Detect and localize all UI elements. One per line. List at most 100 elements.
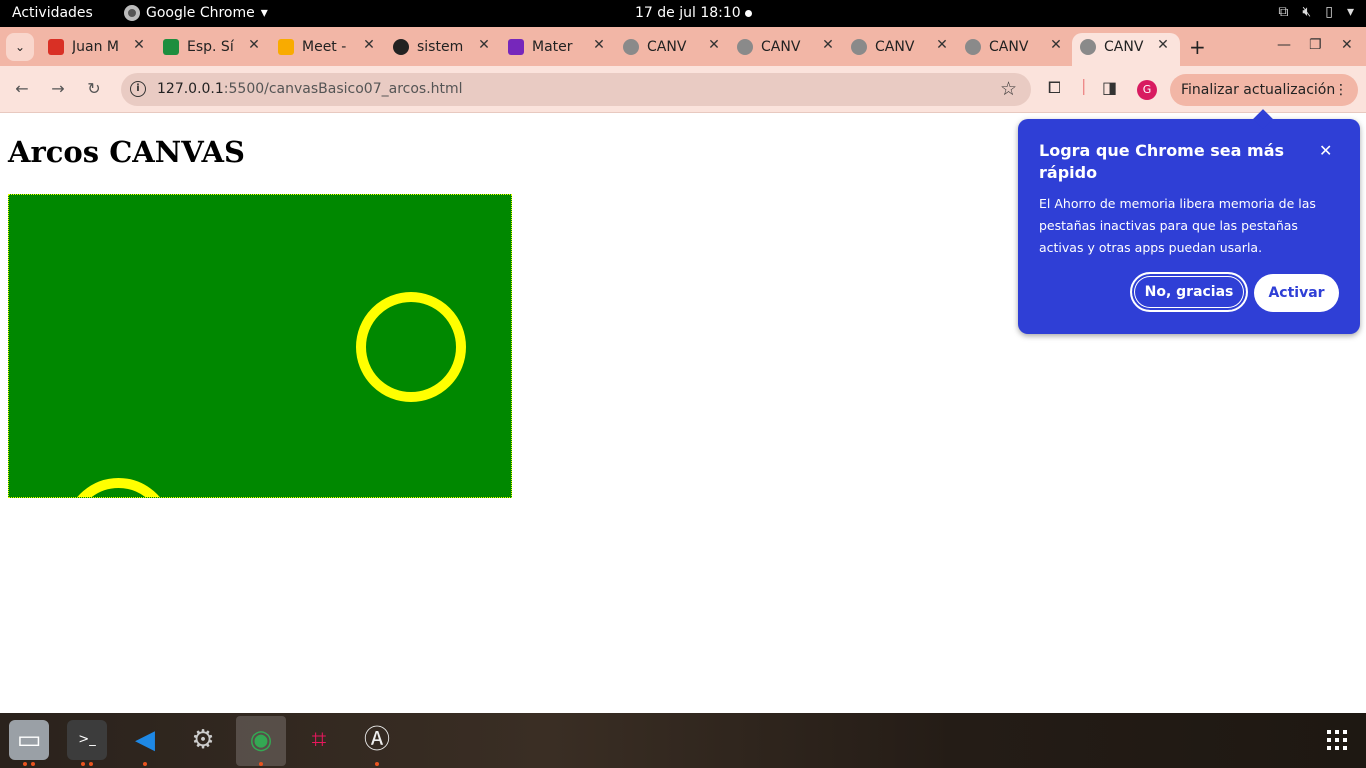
running-indicator <box>23 762 27 766</box>
tab[interactable]: sistem ✕ <box>393 35 493 59</box>
show-apps-icon[interactable] <box>1326 729 1348 751</box>
page-title: Arcos CANVAS <box>8 135 245 169</box>
popup-title: Logra que Chrome sea más rápido <box>1039 141 1285 182</box>
volume-icon: 🔇︎ <box>1302 4 1312 20</box>
settings-icon[interactable]: ⚙ <box>183 720 223 760</box>
tab-search-button[interactable]: ⌄ <box>6 33 34 61</box>
side-panel-icon[interactable]: ◨ <box>1102 78 1117 97</box>
tab-active[interactable]: CANV ✕ <box>1080 35 1172 59</box>
url-path: :5500/canvasBasico07_arcos.html <box>223 81 463 97</box>
tab-title: CANV <box>875 39 915 55</box>
chrome-icon <box>124 5 140 21</box>
close-tab-icon[interactable]: ✕ <box>933 37 951 53</box>
browser-toolbar: ← → ↻ i 127.0.0.1:5500/canvasBasico07_ar… <box>0 66 1366 113</box>
running-indicator <box>375 762 379 766</box>
tab-title: CANV <box>761 39 801 55</box>
close-tab-icon[interactable]: ✕ <box>475 37 493 53</box>
minimize-icon[interactable]: — <box>1277 37 1291 53</box>
meet-icon <box>278 39 294 55</box>
popup-body: El Ahorro de memoria libera memoria de l… <box>1039 196 1316 255</box>
new-tab-button[interactable]: + <box>1189 35 1206 59</box>
tab-title: Mater <box>532 39 573 55</box>
profile-avatar[interactable]: G <box>1137 80 1157 100</box>
files-icon[interactable]: ▭ <box>9 720 49 766</box>
close-window-icon[interactable]: ✕ <box>1341 37 1353 53</box>
globe-icon <box>737 39 753 55</box>
running-indicator <box>81 762 85 766</box>
github-icon <box>393 39 409 55</box>
globe-icon <box>1080 39 1096 55</box>
close-tab-icon[interactable]: ✕ <box>1154 37 1172 53</box>
classroom-icon <box>163 39 179 55</box>
close-tab-icon[interactable]: ✕ <box>705 37 723 53</box>
activities-button[interactable]: Actividades <box>12 5 93 21</box>
gmail-icon <box>48 39 64 55</box>
tab-title: Esp. Sí <box>187 39 234 55</box>
globe-icon <box>965 39 981 55</box>
battery-icon: ▯ <box>1325 4 1333 20</box>
toolbar-divider: | <box>1081 76 1087 95</box>
canvas <box>8 194 512 594</box>
system-top-bar: Actividades Google Chrome ▾ 17 de jul 18… <box>0 0 1366 27</box>
clock[interactable]: 17 de jul 18:10 <box>635 5 741 21</box>
tab-title: Juan M <box>72 39 119 55</box>
chrome-icon[interactable]: ◉ <box>241 720 281 766</box>
screenshot-icon[interactable]: ⌗ <box>299 720 339 760</box>
close-tab-icon[interactable]: ✕ <box>590 37 608 53</box>
tab[interactable]: Meet - ✕ <box>278 35 378 59</box>
vscode-icon[interactable]: ◀ <box>125 720 165 766</box>
close-tab-icon[interactable]: ✕ <box>819 37 837 53</box>
forward-button[interactable]: → <box>46 77 70 101</box>
close-icon[interactable]: ✕ <box>1319 141 1332 160</box>
tab[interactable]: Mater ✕ <box>508 35 608 59</box>
running-indicator <box>31 762 35 766</box>
tab-title: Meet - <box>302 39 347 55</box>
system-tray[interactable]: ⧉ 🔇︎ ▯ ▾ <box>1278 4 1354 20</box>
accept-button[interactable]: Activar <box>1254 274 1339 312</box>
globe-icon <box>623 39 639 55</box>
running-indicator <box>259 762 263 766</box>
tab-title: sistem <box>417 39 464 55</box>
tab-title: CANV <box>647 39 687 55</box>
network-icon: ⧉ <box>1278 4 1289 20</box>
globe-icon <box>851 39 867 55</box>
address-bar[interactable]: i 127.0.0.1:5500/canvasBasico07_arcos.ht… <box>121 73 1031 106</box>
notification-dot-icon <box>745 10 752 17</box>
arc-full-circle <box>356 292 466 402</box>
caret-down-icon: ▾ <box>260 5 268 21</box>
running-indicator <box>143 762 147 766</box>
forms-icon <box>508 39 524 55</box>
software-updater-icon[interactable]: Ⓐ <box>357 720 397 766</box>
extensions-icon[interactable]: ⧠ <box>1048 78 1061 98</box>
update-label: Finalizar actualización <box>1181 82 1336 98</box>
tab[interactable]: CANV ✕ <box>737 35 837 59</box>
restore-icon[interactable]: ❐ <box>1309 37 1322 53</box>
close-tab-icon[interactable]: ✕ <box>130 37 148 53</box>
caret-down-icon: ▾ <box>1346 4 1354 20</box>
terminal-icon[interactable]: >_ <box>67 720 107 766</box>
update-button[interactable]: Finalizar actualización ⋮ <box>1170 74 1358 106</box>
tab[interactable]: Esp. Sí ✕ <box>163 35 263 59</box>
tab[interactable]: Juan M ✕ <box>48 35 148 59</box>
app-name: Google Chrome <box>146 5 255 21</box>
close-tab-icon[interactable]: ✕ <box>1047 37 1065 53</box>
canvas-drawing <box>65 292 466 594</box>
url-text[interactable]: 127.0.0.1:5500/canvasBasico07_arcos.html <box>157 81 463 97</box>
tab[interactable]: CANV ✕ <box>851 35 951 59</box>
site-info-icon[interactable]: i <box>130 81 146 97</box>
bookmark-star-icon[interactable]: ☆ <box>1000 78 1017 100</box>
running-indicator <box>89 762 93 766</box>
url-host: 127.0.0.1 <box>157 81 224 97</box>
reload-button[interactable]: ↻ <box>82 77 106 101</box>
close-tab-icon[interactable]: ✕ <box>360 37 378 53</box>
memory-saver-popup: Logra que Chrome sea más rápido ✕ El Aho… <box>1018 109 1360 334</box>
back-button[interactable]: ← <box>10 77 34 101</box>
decline-button[interactable]: No, gracias <box>1130 272 1248 312</box>
menu-kebab-icon[interactable]: ⋮ <box>1334 74 1348 106</box>
app-menu[interactable]: Google Chrome ▾ <box>124 5 268 21</box>
tab[interactable]: CANV ✕ <box>623 35 723 59</box>
tab-title: CANV <box>1104 39 1144 55</box>
arc-upper <box>65 477 172 526</box>
close-tab-icon[interactable]: ✕ <box>245 37 263 53</box>
tab[interactable]: CANV ✕ <box>965 35 1065 59</box>
